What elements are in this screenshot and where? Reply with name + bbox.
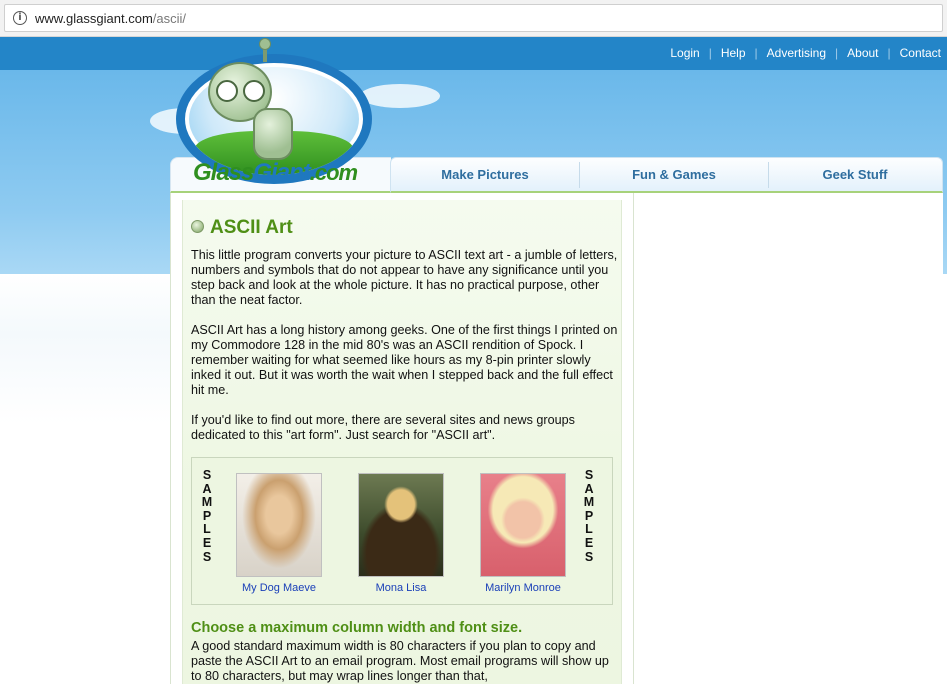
contact-link[interactable]: Contact [900, 46, 941, 60]
separator: | [887, 46, 891, 60]
nav-make-pictures[interactable]: Make Pictures [391, 158, 579, 192]
samples-letter: P [202, 508, 212, 523]
browser-address-bar: i www.glassgiant.com/ascii/ [0, 0, 947, 37]
about-link[interactable]: About [847, 46, 878, 60]
main-nav: Make Pictures Fun & Games Geek Stuff [390, 157, 943, 193]
robot-eye-icon [243, 80, 265, 102]
separator: | [754, 46, 758, 60]
sample-marilyn-link[interactable]: Marilyn Monroe [463, 582, 583, 594]
cloud-shape [360, 84, 440, 108]
sample-marilyn-image[interactable] [480, 473, 566, 577]
samples-letter: S [202, 549, 212, 564]
help-link[interactable]: Help [721, 46, 746, 60]
samples-vertical-text: SAMPLES [200, 468, 214, 564]
logo-wordmark: GlassGiant.com [193, 159, 358, 187]
page-title: ASCII Art [210, 217, 293, 239]
info-icon[interactable]: i [13, 11, 27, 25]
nav-geek-stuff[interactable]: Geek Stuff [769, 158, 941, 192]
sample-dog-image[interactable] [236, 473, 322, 577]
samples-vertical-text: SAMPLES [582, 468, 596, 564]
robot-body-icon [253, 108, 293, 160]
width-paragraph: A good standard maximum width is 80 char… [191, 639, 609, 683]
title-bullet-icon [191, 220, 204, 233]
column-divider [633, 193, 634, 684]
samples-letter: S [584, 468, 594, 482]
samples-letter: M [583, 495, 595, 510]
samples-letter: E [584, 535, 594, 550]
logo-word-glass: Glass [193, 159, 254, 186]
url-field[interactable]: i www.glassgiant.com/ascii/ [4, 4, 943, 32]
url-path: /ascii/ [152, 11, 187, 26]
samples-letter: M [201, 495, 213, 510]
advertising-link[interactable]: Advertising [767, 46, 826, 60]
robot-eye-icon [216, 80, 238, 102]
history-paragraph: ASCII Art has a long history among geeks… [191, 323, 618, 397]
intro-paragraph: This little program converts your pictur… [191, 248, 618, 307]
top-links: Login | Help | Advertising | About | Contact [670, 46, 941, 60]
sample-dog-link[interactable]: My Dog Maeve [219, 582, 339, 594]
sample-mona-lisa-link[interactable]: Mona Lisa [341, 582, 461, 594]
login-link[interactable]: Login [670, 46, 699, 60]
robot-antenna-ball-icon [259, 38, 271, 50]
samples-letter: A [584, 481, 594, 496]
samples-vertical-label-right: SAMPLES [582, 468, 596, 564]
sky-fade [0, 274, 170, 424]
samples-letter: L [585, 522, 593, 537]
separator: | [835, 46, 839, 60]
logo-word-giant: Giant [253, 159, 310, 186]
samples-vertical-label-left: SAMPLES [200, 468, 214, 564]
url-text[interactable]: www.glassgiant.com/ascii/ [35, 11, 186, 26]
more-info-paragraph: If you'd like to find out more, there ar… [191, 413, 575, 442]
samples-letter: S [202, 468, 212, 482]
section-heading: Choose a maximum column width and font s… [191, 620, 523, 636]
samples-letter: L [203, 522, 211, 537]
samples-letter: A [202, 481, 212, 496]
separator: | [708, 46, 712, 60]
sample-mona-lisa-image[interactable] [358, 473, 444, 577]
logo-word-com: .com [309, 160, 358, 185]
samples-letter: P [584, 508, 594, 523]
page-title-text: ASCII Art [210, 217, 293, 238]
samples-letter: E [202, 535, 212, 550]
samples-letter: S [584, 549, 594, 564]
url-domain: www.glassgiant.com [35, 11, 153, 26]
nav-fun-games[interactable]: Fun & Games [580, 158, 768, 192]
top-bar: Login | Help | Advertising | About | Contact [0, 37, 947, 70]
